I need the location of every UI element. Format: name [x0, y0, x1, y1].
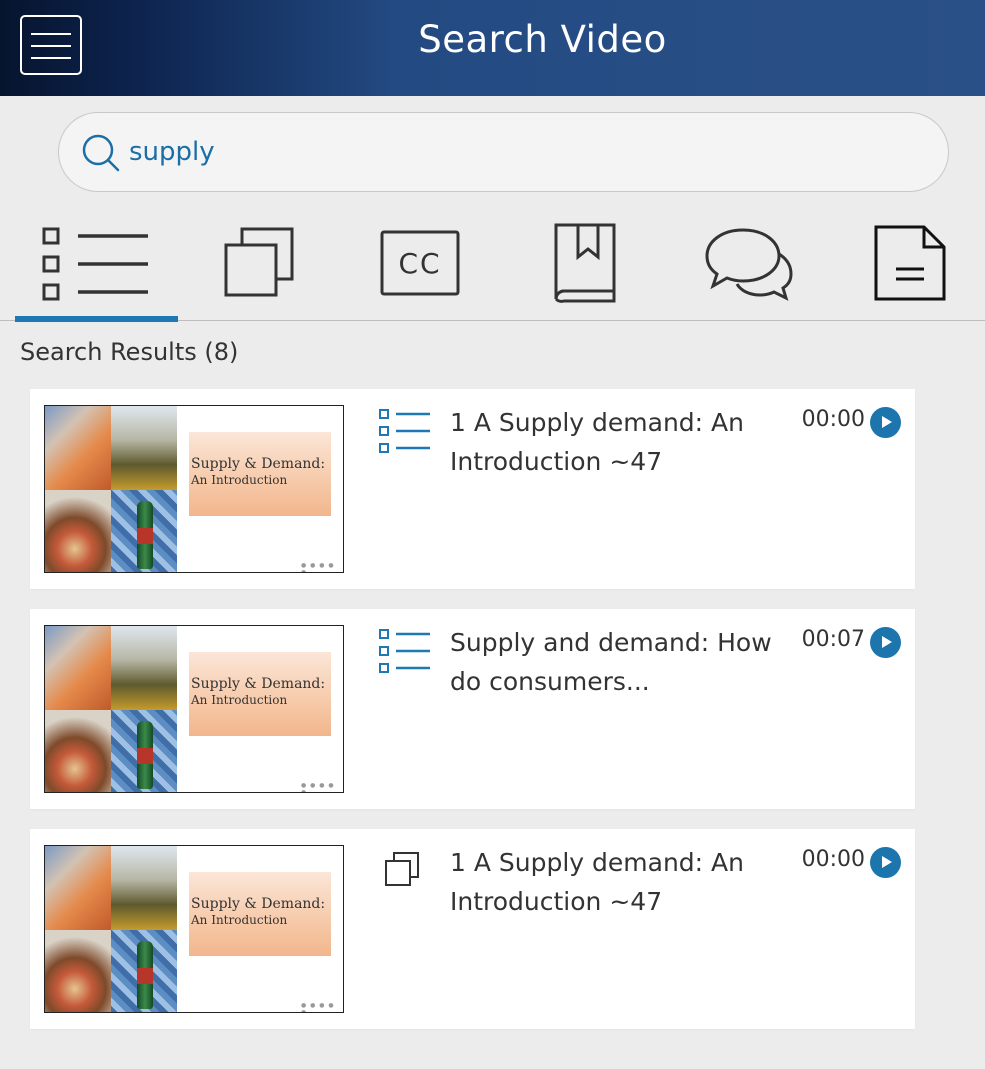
video-thumbnail[interactable]: Supply & Demand: An Introduction ● ● ● ●… — [44, 405, 344, 573]
tab-discussion[interactable] — [678, 205, 818, 320]
thumbnail-subtitle: An Introduction — [191, 693, 288, 707]
result-title[interactable]: Supply and demand: How do consumers... — [450, 623, 800, 701]
result-title[interactable]: 1 A Supply demand: An Introduction ~47 — [450, 403, 800, 481]
video-thumbnail[interactable]: Supply & Demand: An Introduction ● ● ● ●… — [44, 625, 344, 793]
page-title: Search Video — [418, 18, 667, 61]
thumbnail-subtitle: An Introduction — [191, 473, 288, 487]
result-title[interactable]: 1 A Supply demand: An Introduction ~47 — [450, 843, 800, 921]
svg-text:CC: CC — [398, 247, 441, 280]
play-icon[interactable] — [870, 627, 901, 658]
chat-bubbles-icon — [705, 227, 793, 301]
video-thumbnail[interactable]: Supply & Demand: An Introduction ● ● ● ●… — [44, 845, 344, 1013]
result-timestamp: 00:07 — [801, 627, 865, 652]
play-icon[interactable] — [870, 847, 901, 878]
document-icon — [874, 225, 946, 300]
play-icon[interactable] — [870, 407, 901, 438]
stacked-squares-icon — [224, 227, 294, 296]
list-icon — [379, 629, 430, 673]
search-icon — [82, 134, 120, 172]
thumbnail-title: Supply & Demand: — [191, 676, 326, 692]
result-timestamp: 00:00 — [801, 847, 865, 872]
tab-slides[interactable] — [190, 205, 330, 320]
search-results-heading: Search Results (8) — [20, 338, 239, 366]
list-icon — [379, 409, 430, 453]
bookmark-book-icon — [554, 223, 616, 303]
app-header: Search Video — [0, 0, 985, 96]
stacked-squares-icon — [385, 852, 419, 886]
result-type-tabs: CC — [0, 205, 985, 322]
search-result-item[interactable]: Supply & Demand: An Introduction ● ● ● ●… — [30, 389, 915, 589]
list-icon — [42, 227, 148, 300]
thumbnail-title: Supply & Demand: — [191, 456, 326, 472]
search-result-item[interactable]: Supply & Demand: An Introduction ● ● ● ●… — [30, 609, 915, 809]
search-input[interactable] — [129, 131, 909, 173]
thumbnail-subtitle: An Introduction — [191, 913, 288, 927]
tab-bookmarks[interactable] — [515, 205, 655, 320]
tab-outline[interactable] — [15, 205, 178, 322]
tab-captions[interactable]: CC — [350, 205, 490, 320]
closed-captions-icon: CC — [380, 230, 460, 295]
search-bar[interactable] — [58, 112, 949, 192]
tab-notes[interactable] — [840, 205, 980, 320]
result-timestamp: 00:00 — [801, 407, 865, 432]
search-result-item[interactable]: Supply & Demand: An Introduction ● ● ● ●… — [30, 829, 915, 1029]
thumbnail-title: Supply & Demand: — [191, 896, 326, 912]
